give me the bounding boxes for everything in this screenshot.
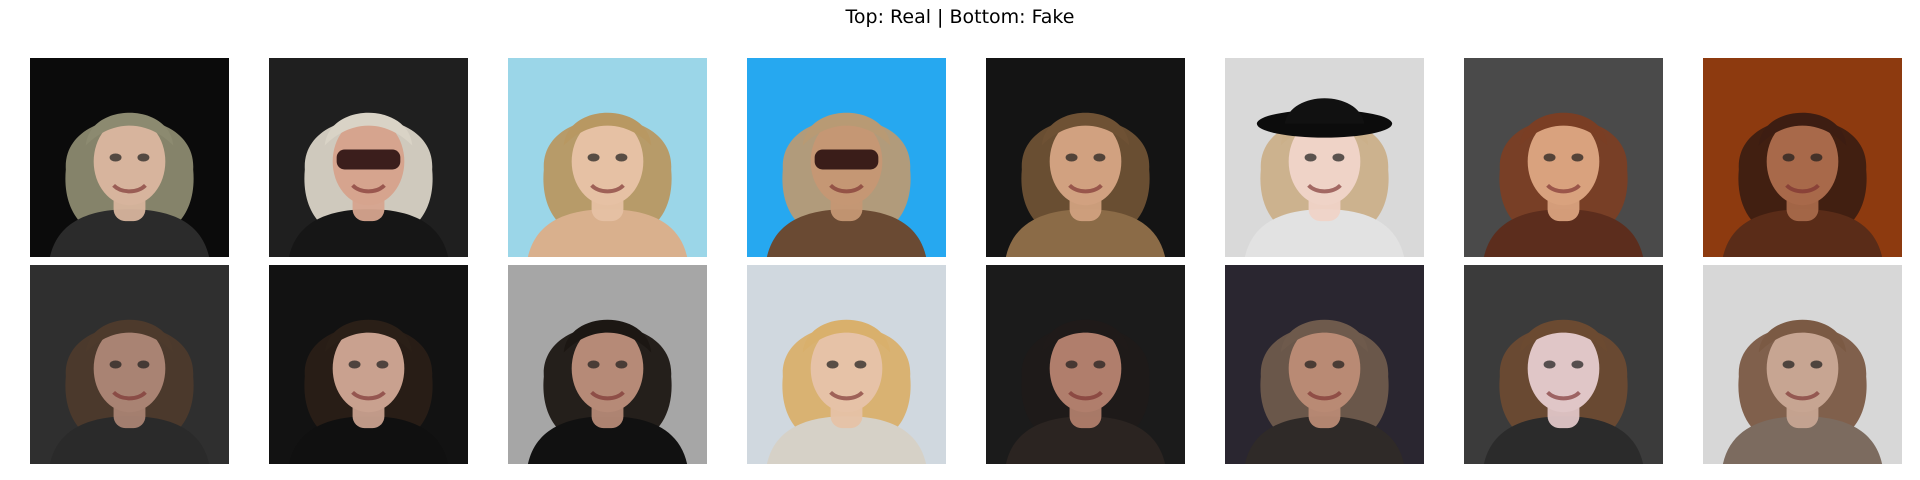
fake-face-image [1703,265,1902,464]
fake-face-image [1225,265,1424,464]
real-face-image [508,58,707,257]
real-face-image [986,58,1185,257]
fake-face-image [269,265,468,464]
image-grid [0,0,1920,480]
real-face-image [30,58,229,257]
real-face-image [1464,58,1663,257]
fake-face-image [30,265,229,464]
fake-face-image [986,265,1185,464]
real-face-image [1703,58,1902,257]
real-face-image [747,58,946,257]
fake-face-image [1464,265,1663,464]
fake-face-image [508,265,707,464]
fake-face-image [747,265,946,464]
real-face-image [269,58,468,257]
real-face-image [1225,58,1424,257]
